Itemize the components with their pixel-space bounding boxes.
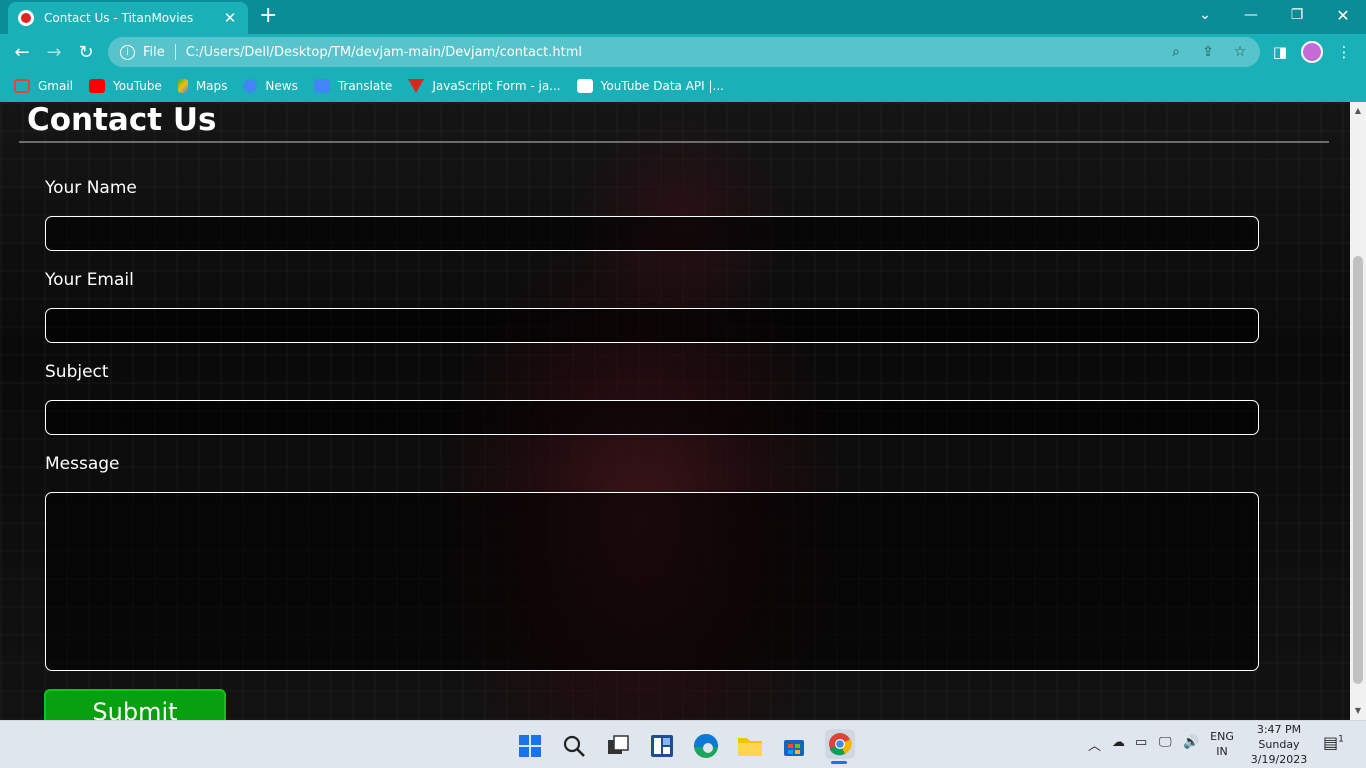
minimize-icon[interactable]: — [1228,0,1274,30]
scrollbar-thumb[interactable] [1353,256,1363,684]
news-icon [243,79,258,93]
scroll-down-arrow-icon[interactable]: ▼ [1350,702,1366,718]
edge-browser-icon[interactable] [693,733,719,759]
bookmark-label: YouTube Data API |... [600,79,724,93]
active-app-indicator [831,761,847,764]
translate-icon [313,79,330,93]
notification-center-icon[interactable]: ▤1 [1323,733,1344,752]
youtube-icon [89,79,106,93]
maps-icon [177,79,188,93]
bookmarks-bar: Gmail YouTube Maps News Translate JavaSc… [0,70,1366,102]
close-window-icon[interactable]: ✕ [1320,0,1366,30]
address-bar[interactable]: i File C:/Users/Dell/Desktop/TM/devjam-m… [108,37,1260,67]
browser-toolbar: ← → ↻ i File C:/Users/Dell/Desktop/TM/de… [0,34,1366,70]
back-arrow-icon[interactable]: ← [10,40,34,64]
bookmark-youtube[interactable]: YouTube [89,79,162,93]
tab-close-icon[interactable]: ✕ [222,9,238,27]
scroll-up-arrow-icon[interactable]: ▲ [1350,102,1366,118]
onedrive-cloud-icon[interactable]: ☁ [1112,735,1125,750]
windows-taskbar: ︿ ☁ ▭ 🖵 🔊 ENG IN 3:47 PM Sunday 3/19/202… [0,720,1366,768]
restore-icon[interactable]: ❐ [1274,0,1320,30]
network-icon[interactable]: 🖵 [1159,735,1172,750]
page-title: Contact Us [27,102,217,138]
language-code: ENG [1210,730,1234,743]
subject-input[interactable] [45,400,1259,435]
site-info-icon[interactable]: i [120,44,135,60]
new-tab-button[interactable]: + [259,5,277,27]
bookmark-label: JavaScript Form - ja... [432,79,561,93]
profile-avatar[interactable] [1301,41,1323,63]
chrome-icon[interactable] [825,729,855,759]
microsoft-store-icon[interactable] [781,733,807,759]
system-clock[interactable]: 3:47 PM Sunday 3/19/2023 [1248,722,1310,767]
region-code: IN [1216,745,1228,758]
bookmark-gmail[interactable]: Gmail [14,79,73,93]
email-input[interactable] [45,308,1259,343]
submit-button[interactable]: Submit [44,689,226,720]
name-input[interactable] [45,216,1259,251]
name-label: Your Name [45,178,137,198]
search-icon[interactable] [561,733,587,759]
message-textarea[interactable] [45,492,1259,671]
bookmark-translate[interactable]: Translate [313,79,393,93]
subject-label: Subject [45,362,109,382]
bookmark-maps[interactable]: Maps [177,79,228,93]
titanmovies-favicon-icon [18,10,34,26]
volume-icon[interactable]: 🔊 [1183,735,1199,750]
more-menu-icon[interactable]: ⋮ [1334,42,1354,62]
bookmark-javascript-form[interactable]: JavaScript Form - ja... [408,79,561,93]
tab-title: Contact Us - TitanMovies [44,11,194,25]
task-view-icon[interactable] [605,733,631,759]
show-hidden-icons-chevron-icon[interactable]: ︿ [1088,735,1101,754]
heading-divider [19,141,1329,143]
bookmark-label: News [265,79,298,93]
active-tab[interactable]: Contact Us - TitanMovies ✕ [8,2,248,34]
side-panel-icon[interactable]: ◨ [1270,42,1290,62]
clock-time: 3:47 PM [1256,723,1302,736]
bookmark-youtube-data-api[interactable]: YouTube Data API |... [576,79,724,93]
reload-icon[interactable]: ↻ [74,40,98,64]
file-explorer-icon[interactable] [737,733,763,759]
bookmark-label: YouTube [113,79,162,93]
clock-day: Sunday [1258,738,1300,751]
youtube-data-api-icon [576,79,593,93]
share-icon[interactable]: ⇪ [1200,44,1216,60]
bookmark-label: Translate [337,79,393,93]
bookmark-star-icon[interactable]: ☆ [1232,44,1248,60]
battery-icon[interactable]: ▭ [1135,735,1147,750]
widgets-icon[interactable] [649,733,675,759]
url-text[interactable]: C:/Users/Dell/Desktop/TM/devjam-main/Dev… [186,45,582,60]
notification-count: 1 [1338,734,1344,745]
clock-date: 3/19/2023 [1250,753,1308,766]
message-label: Message [45,454,120,474]
url-scheme-label: File [143,44,165,60]
zoom-search-icon[interactable]: ⌕ [1168,44,1184,60]
forward-arrow-icon[interactable]: → [42,40,66,64]
tab-search-chevron-icon[interactable]: ⌄ [1182,0,1228,30]
browser-tab-strip: Contact Us - TitanMovies ✕ + ⌄ — ❐ ✕ [0,0,1366,34]
bookmark-label: Gmail [38,79,74,93]
gmail-icon [14,79,30,93]
windows-start-icon[interactable] [517,733,543,759]
bookmark-news[interactable]: News [243,79,298,93]
address-divider [174,44,176,60]
bookmark-label: Maps [195,79,228,93]
email-label: Your Email [45,270,134,290]
contact-page: Contact Us Your Name Your Email Subject … [0,102,1350,720]
input-language-indicator[interactable]: ENG IN [1208,729,1236,759]
javascript-form-icon [408,79,425,93]
